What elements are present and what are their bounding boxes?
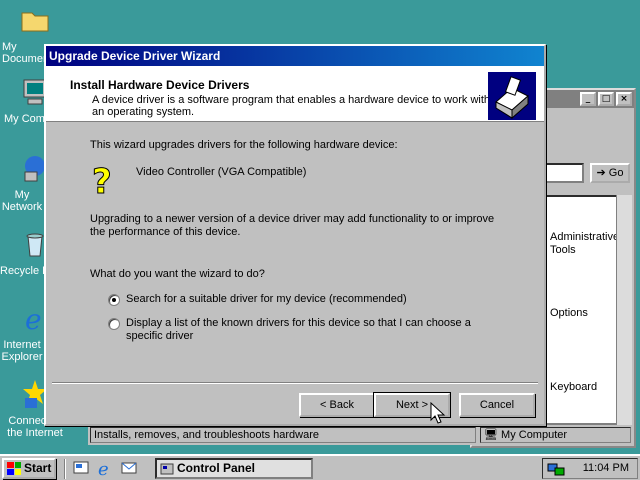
- radio-search-driver[interactable]: [108, 294, 120, 306]
- system-tray: 11:04 PM: [542, 458, 638, 479]
- go-button[interactable]: ➔ Go: [590, 163, 630, 183]
- wizard-header: Install Hardware Device Drivers A device…: [46, 66, 544, 122]
- cancel-button[interactable]: Cancel: [459, 393, 535, 417]
- start-button[interactable]: Start: [2, 458, 56, 479]
- folder-icon: [21, 12, 49, 32]
- wizard-question: What do you want the wizard to do?: [90, 268, 265, 280]
- address-combo[interactable]: [544, 163, 584, 183]
- start-label: Start: [24, 461, 52, 475]
- go-label: Go: [608, 167, 624, 179]
- option-display-label[interactable]: Display a list of the known drivers for …: [126, 317, 506, 343]
- device-name: Video Controller (VGA Compatible): [136, 166, 307, 178]
- svg-text:e: e: [25, 303, 42, 334]
- wizard-header-description: A device driver is a software program th…: [92, 94, 491, 118]
- cp-item-keyboard[interactable]: Keyboard: [550, 381, 597, 394]
- status-bar: Installs, removes, and troubleshoots har…: [88, 425, 633, 445]
- wizard-titlebar[interactable]: Upgrade Device Driver Wizard: [46, 46, 544, 66]
- control-panel-icon: [160, 463, 174, 475]
- internet-explorer-icon[interactable]: e: [96, 459, 114, 477]
- vertical-scrollbar[interactable]: [616, 195, 632, 425]
- windows-logo-icon: [7, 462, 21, 475]
- upgrade-driver-wizard[interactable]: Upgrade Device Driver Wizard Install Har…: [44, 44, 546, 426]
- wizard-body: This wizard upgrades drivers for the fol…: [46, 123, 544, 383]
- desktop-icon-label: Internet Explorer: [1, 339, 43, 363]
- status-text: Installs, removes, and troubleshoots har…: [90, 427, 476, 443]
- status-location: 🖥 My Computer: [480, 427, 631, 443]
- computer-icon: 🖥: [484, 429, 498, 441]
- taskbar-control-panel[interactable]: Control Panel: [155, 458, 313, 479]
- upgrade-text: Upgrading to a newer version of a device…: [90, 213, 495, 238]
- desktop-icon-label: My Network Places: [1, 189, 43, 213]
- svg-text:?: ?: [92, 163, 112, 199]
- show-desktop-icon[interactable]: [72, 459, 90, 477]
- network-tray-icon[interactable]: [547, 461, 565, 477]
- option-display-list[interactable]: Display a list of the known drivers for …: [108, 317, 508, 343]
- button-separator: [52, 382, 538, 384]
- maximize-icon[interactable]: □: [598, 92, 614, 106]
- back-button[interactable]: < Back: [299, 393, 375, 417]
- wizard-intro-text: This wizard upgrades drivers for the fol…: [90, 139, 398, 151]
- hardware-icon: [488, 72, 536, 120]
- wizard-header-title: Install Hardware Device Drivers: [70, 78, 250, 92]
- close-icon[interactable]: ×: [616, 92, 632, 106]
- outlook-express-icon[interactable]: [120, 459, 138, 477]
- option-search-driver[interactable]: Search for a suitable driver for my devi…: [108, 293, 407, 306]
- svg-text:e: e: [98, 459, 109, 477]
- go-arrow-icon: ➔: [596, 167, 606, 179]
- taskbar: Start e Control Panel 11:04 PM: [0, 454, 640, 480]
- minimize-icon[interactable]: _: [580, 92, 596, 106]
- radio-display-list[interactable]: [108, 318, 120, 330]
- question-mark-icon: ?: [92, 163, 113, 199]
- status-location-label: My Computer: [501, 429, 568, 441]
- quick-launch-separator: [64, 459, 66, 479]
- cp-item-options[interactable]: Options: [550, 307, 588, 320]
- option-search-label[interactable]: Search for a suitable driver for my devi…: [126, 293, 407, 306]
- mouse-cursor-icon: [430, 402, 446, 424]
- task-label: Control Panel: [177, 461, 256, 475]
- clock[interactable]: 11:04 PM: [583, 462, 629, 474]
- desktop-icon-label: Recycle Bin: [0, 265, 44, 277]
- desktop-icon-label: My Computer: [4, 113, 44, 125]
